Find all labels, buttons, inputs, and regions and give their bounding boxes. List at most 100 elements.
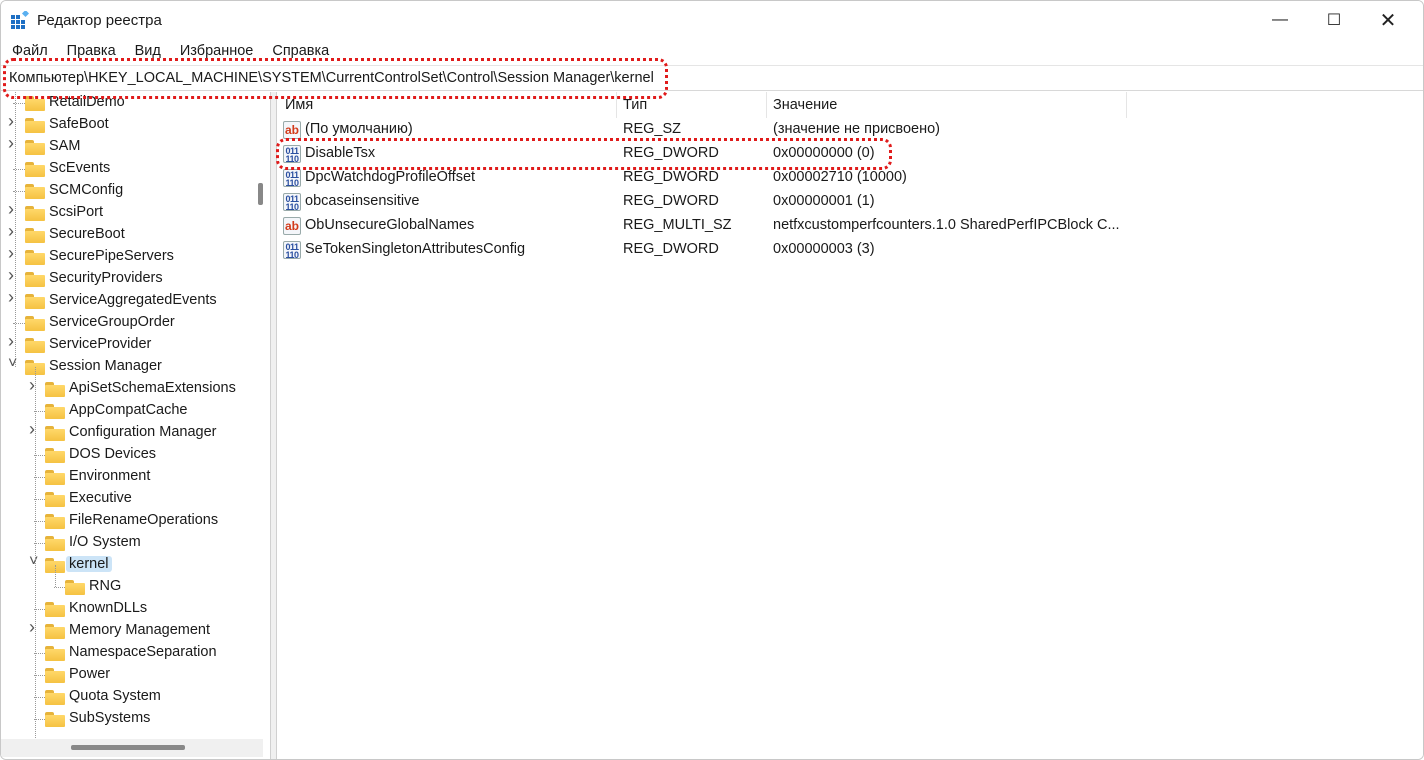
folder-icon	[45, 690, 65, 705]
tree-item[interactable]: › ServiceAggregatedEvents	[1, 288, 263, 312]
window-title: Редактор реестра	[37, 12, 162, 29]
chevron-down-icon[interactable]: ˅	[8, 356, 18, 372]
tree-item[interactable]: Executive	[1, 488, 263, 510]
minimize-button[interactable]: —	[1253, 1, 1307, 39]
tree-item[interactable]: KnownDLLs	[1, 598, 263, 620]
folder-icon	[45, 624, 65, 639]
tree-item[interactable]: ˅ kernel	[1, 554, 263, 576]
tree-guide-line	[55, 565, 56, 587]
tree-item-label: Quota System	[69, 688, 161, 704]
tree-item-label: RetailDemo	[49, 94, 125, 110]
tree-item[interactable]: › ScsiPort	[1, 200, 263, 224]
tree-item[interactable]: › Memory Management	[1, 618, 263, 642]
tree-vertical-scrollbar[interactable]	[258, 183, 263, 205]
value-row[interactable]: 011 110 obcaseinsensitive REG_DWORD 0x000000…	[277, 190, 1423, 214]
tree-item-label: ScsiPort	[49, 204, 103, 220]
chevron-right-icon[interactable]: ›	[8, 288, 18, 306]
tree-item[interactable]: I/O System	[1, 532, 263, 554]
value-row[interactable]: ab ObUnsecureGlobalNames REG_MULTI_SZ netfx…	[277, 214, 1423, 238]
tree-item[interactable]: Quota System	[1, 686, 263, 708]
dword-value-icon: 011 110	[283, 145, 301, 164]
tree-item[interactable]: RetailDemo	[1, 92, 263, 114]
folder-icon	[45, 426, 65, 441]
column-divider[interactable]	[616, 92, 617, 118]
value-row[interactable]: ab (По умолчанию) REG_SZ (значение не присв…	[277, 118, 1423, 142]
column-divider[interactable]	[766, 92, 767, 118]
column-header-name[interactable]: Имя	[285, 97, 313, 119]
tree-item[interactable]: ˅ Session Manager	[1, 356, 263, 378]
chevron-right-icon[interactable]: ›	[8, 112, 18, 130]
value-type: REG_DWORD	[623, 193, 719, 209]
value-type: REG_SZ	[623, 121, 682, 137]
column-divider[interactable]	[1126, 92, 1127, 118]
column-header-value[interactable]: Значение	[773, 97, 837, 119]
tree-item-label: ApiSetSchemaExtensions	[69, 380, 236, 396]
chevron-right-icon[interactable]: ›	[8, 244, 18, 262]
chevron-right-icon[interactable]: ›	[8, 200, 18, 218]
tree-item[interactable]: › ApiSetSchemaExtensions	[1, 376, 263, 400]
value-value: 0x00000001 (1)	[773, 193, 875, 209]
chevron-down-icon[interactable]: ˅	[29, 554, 39, 570]
menu-favorites[interactable]: Избранное	[169, 41, 261, 63]
dword-value-icon: 011 110	[283, 193, 301, 212]
chevron-right-icon[interactable]: ›	[29, 376, 39, 394]
value-name: DisableTsx	[305, 145, 376, 161]
chevron-right-icon[interactable]: ›	[8, 222, 18, 240]
tree-item[interactable]: NamespaceSeparation	[1, 642, 263, 664]
value-row[interactable]: 011 110 SeTokenSingletonAttributesConfig RE…	[277, 238, 1423, 262]
chevron-right-icon[interactable]: ›	[8, 134, 18, 152]
tree-item[interactable]: RNG	[1, 576, 263, 598]
menu-view[interactable]: Вид	[124, 41, 169, 63]
value-value: 0x00000000 (0)	[773, 145, 875, 161]
tree-item[interactable]: ServiceGroupOrder	[1, 312, 263, 334]
tree-horizontal-scrollbar[interactable]	[1, 739, 263, 757]
chevron-right-icon[interactable]: ›	[8, 332, 18, 350]
folder-icon	[25, 294, 45, 309]
tree-item[interactable]: › ServiceProvider	[1, 332, 263, 356]
tree-item[interactable]: FileRenameOperations	[1, 510, 263, 532]
tree-item-label: SecurityProviders	[49, 270, 163, 286]
maximize-button[interactable]: ☐	[1307, 1, 1361, 39]
tree-item-label: ServiceAggregatedEvents	[49, 292, 217, 308]
tree-item[interactable]: › SecurityProviders	[1, 266, 263, 290]
tree-item[interactable]: Environment	[1, 466, 263, 488]
value-row[interactable]: 011 110 DisableTsx REG_DWORD 0x00000000 (0)	[277, 142, 1423, 166]
folder-icon	[45, 668, 65, 683]
chevron-right-icon[interactable]: ›	[29, 420, 39, 438]
tree-item[interactable]: DOS Devices	[1, 444, 263, 466]
tree-item[interactable]: › SecurePipeServers	[1, 244, 263, 268]
chevron-right-icon[interactable]: ›	[29, 618, 39, 636]
value-type: REG_DWORD	[623, 169, 719, 185]
folder-icon	[25, 338, 45, 353]
column-header-type[interactable]: Тип	[623, 97, 647, 119]
tree-item-label: AppCompatCache	[69, 402, 188, 418]
address-bar[interactable]: Компьютер\HKEY_LOCAL_MACHINE\SYSTEM\Curr…	[1, 65, 1423, 91]
value-name: obcaseinsensitive	[305, 193, 420, 209]
tree-item[interactable]: SubSystems	[1, 708, 263, 730]
menu-edit[interactable]: Правка	[56, 41, 124, 63]
tree-item[interactable]: › SecureBoot	[1, 222, 263, 246]
menu-file[interactable]: Файл	[1, 41, 56, 63]
tree-item[interactable]: ScEvents	[1, 158, 263, 180]
value-row[interactable]: 011 110 DpcWatchdogProfileOffset REG_DWORD 0…	[277, 166, 1423, 190]
close-button[interactable]: ✕	[1361, 1, 1415, 39]
folder-icon	[45, 382, 65, 397]
scrollbar-thumb[interactable]	[71, 745, 185, 750]
chevron-right-icon[interactable]: ›	[8, 266, 18, 284]
tree-item[interactable]: Power	[1, 664, 263, 686]
registry-editor-icon	[11, 11, 29, 29]
folder-icon	[25, 162, 45, 177]
tree-item[interactable]: AppCompatCache	[1, 400, 263, 422]
tree-item-label: SCMConfig	[49, 182, 124, 198]
tree-item[interactable]: › Configuration Manager	[1, 420, 263, 444]
tree-item[interactable]: SCMConfig	[1, 180, 263, 202]
tree-item[interactable]: › SafeBoot	[1, 112, 263, 136]
tree-guide-line	[15, 92, 16, 367]
tree-item-label: ServiceProvider	[49, 336, 152, 352]
folder-icon	[25, 272, 45, 287]
tree-item-label: SecurePipeServers	[49, 248, 174, 264]
menu-help[interactable]: Справка	[261, 41, 337, 63]
value-value: 0x00000003 (3)	[773, 241, 875, 257]
tree-item[interactable]: › SAM	[1, 134, 263, 158]
folder-icon	[45, 602, 65, 617]
